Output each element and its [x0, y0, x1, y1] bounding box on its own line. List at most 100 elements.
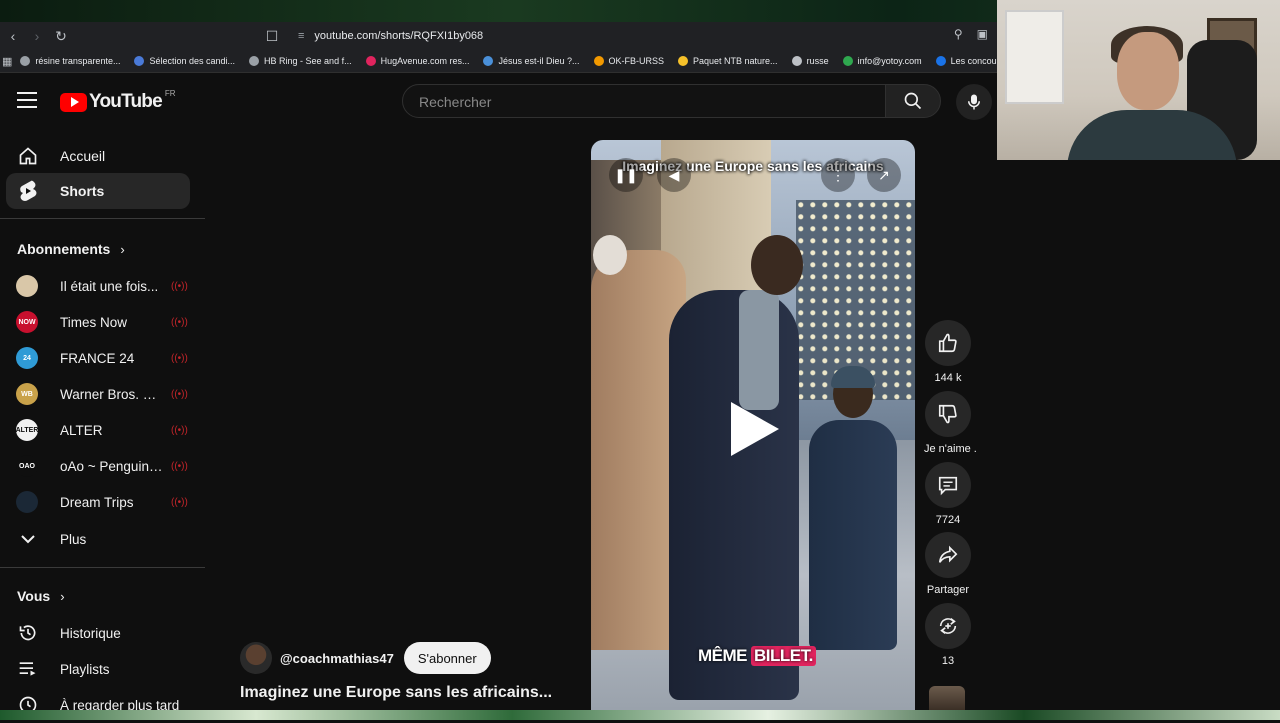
- play-icon[interactable]: [731, 402, 779, 456]
- bookmark-item[interactable]: HB Ring - See and f...: [249, 56, 352, 66]
- share-button[interactable]: [925, 532, 971, 578]
- comments-count: 7724: [935, 514, 961, 526]
- channel-avatar: [16, 491, 38, 513]
- bookmark-item[interactable]: Sélection des candi...: [134, 56, 235, 66]
- bookmark-favicon-icon: [842, 56, 853, 66]
- comments-action[interactable]: 7724: [924, 462, 972, 526]
- bookmark-item[interactable]: russe: [791, 56, 829, 66]
- reload-icon[interactable]: ↻: [50, 25, 72, 47]
- bookmark-item[interactable]: info@yotoy.com: [842, 56, 922, 66]
- bookmark-label: HB Ring - See and f...: [264, 56, 352, 66]
- bookmark-item[interactable]: Jésus est-il Dieu ?...: [483, 56, 580, 66]
- volume-icon[interactable]: ◀: [657, 158, 691, 192]
- chevron-right-icon: ›: [60, 588, 65, 604]
- bookmarks-bar: ▦ résine transparente... Sélection des ca…: [0, 50, 1000, 73]
- comments-button[interactable]: [925, 462, 971, 508]
- sidebar-item-playlists[interactable]: Playlists: [6, 651, 190, 687]
- back-icon[interactable]: ‹: [2, 25, 24, 47]
- comment-icon: [938, 476, 958, 496]
- subscribe-button[interactable]: S'abonner: [403, 642, 491, 674]
- search-button[interactable]: [885, 84, 941, 118]
- more-label: Plus: [60, 531, 87, 547]
- pause-icon[interactable]: ❚❚: [609, 158, 643, 192]
- subscription-name: Il était une fois...: [60, 278, 159, 294]
- bookmark-item[interactable]: HugAvenue.com res...: [365, 56, 469, 66]
- url-text: youtube.com/shorts/RQFXI1by068: [314, 30, 484, 42]
- short-video-player[interactable]: Imaginez une Europe sans les africains ❚…: [591, 140, 915, 710]
- search-icon: [904, 92, 922, 110]
- caption-highlight: BILLET.: [751, 646, 816, 666]
- remix-action[interactable]: 13: [924, 603, 972, 667]
- fullscreen-icon[interactable]: ↗: [867, 158, 901, 192]
- dislike-button[interactable]: [925, 391, 971, 437]
- bookmark-label: résine transparente...: [35, 56, 121, 66]
- sidebar-item-label: Historique: [60, 625, 121, 641]
- sidebar-item-label: Shorts: [60, 183, 105, 199]
- channel-handle[interactable]: @coachmathias47: [280, 651, 394, 666]
- like-button[interactable]: [925, 320, 971, 366]
- sidebar-item-label: Accueil: [60, 148, 106, 164]
- subscription-item[interactable]: 24 FRANCE 24 ((•)): [6, 340, 190, 376]
- history-icon: [16, 623, 40, 643]
- subscription-item[interactable]: WB Warner Bros. Ent... ((•)): [6, 376, 190, 412]
- shorts-icon: [16, 179, 40, 203]
- search-input[interactable]: [417, 93, 861, 111]
- like-action[interactable]: 144 k: [924, 320, 972, 384]
- search-box[interactable]: [402, 84, 886, 118]
- youtube-logo[interactable]: YouTube FR: [60, 89, 176, 113]
- live-indicator-icon: ((•)): [171, 352, 188, 364]
- live-indicator-icon: ((•)): [171, 388, 188, 400]
- remix-icon: [939, 618, 957, 634]
- subscription-name: Warner Bros. Ent...: [60, 386, 165, 402]
- cast-icon[interactable]: ▣: [977, 27, 988, 41]
- sidebar-item-home[interactable]: Accueil: [6, 138, 190, 174]
- forward-icon[interactable]: ›: [26, 25, 48, 47]
- bookmark-item[interactable]: OK-FB-URSS: [593, 56, 664, 66]
- live-indicator-icon: ((•)): [171, 460, 188, 472]
- live-indicator-icon: ((•)): [171, 280, 188, 292]
- bookmark-favicon-icon: [134, 56, 145, 66]
- share-action[interactable]: Partager: [924, 532, 972, 596]
- subscription-item[interactable]: Il était une fois... ((•)): [6, 268, 190, 304]
- zoom-icon[interactable]: ⚲: [954, 27, 963, 41]
- bookmark-label: Les concours d': [950, 56, 1000, 66]
- more-options-icon[interactable]: ⋮: [821, 158, 855, 192]
- site-settings-icon[interactable]: ≡: [298, 30, 304, 42]
- bookmark-item[interactable]: résine transparente...: [20, 56, 120, 66]
- you-header[interactable]: Vous ›: [17, 588, 65, 604]
- sidebar-item-history[interactable]: Historique: [6, 615, 190, 651]
- bookmark-star-icon[interactable]: ☐: [261, 25, 283, 47]
- subscription-item[interactable]: ALTER ALTER ((•)): [6, 412, 190, 448]
- channel-avatar: [16, 275, 38, 297]
- channel-avatar: 24: [16, 347, 38, 369]
- sidebar: Accueil Shorts Abonnements › Il était une…: [0, 130, 205, 714]
- apps-grid-icon[interactable]: ▦: [2, 50, 12, 72]
- bookmark-item[interactable]: Les concours d': [935, 56, 1000, 66]
- subscriptions-title: Abonnements: [17, 241, 111, 257]
- subscriptions-header[interactable]: Abonnements ›: [17, 241, 125, 257]
- channel-avatar: NOW: [16, 311, 38, 333]
- sidebar-item-shorts[interactable]: Shorts: [6, 173, 190, 209]
- channel-avatar: ALTER: [16, 419, 38, 441]
- subscription-item[interactable]: OAO oAo ~ Penguin J... ((•)): [6, 448, 190, 484]
- live-indicator-icon: ((•)): [171, 496, 188, 508]
- channel-thumbnail[interactable]: [929, 686, 965, 710]
- sidebar-more[interactable]: Plus: [6, 521, 190, 557]
- menu-icon[interactable]: [17, 92, 37, 108]
- sidebar-divider: [0, 218, 205, 219]
- dislike-action[interactable]: Je n'aime .: [924, 391, 977, 455]
- bookmark-favicon-icon: [249, 56, 260, 66]
- subscription-item[interactable]: Dream Trips ((•)): [6, 484, 190, 520]
- address-bar[interactable]: ≡ youtube.com/shorts/RQFXI1by068: [288, 25, 483, 47]
- channel-avatar[interactable]: [240, 642, 272, 674]
- sidebar-divider: [0, 567, 205, 568]
- caption-word: MÊME: [698, 646, 748, 665]
- voice-search-button[interactable]: [956, 84, 992, 120]
- like-count: 144 k: [934, 372, 962, 384]
- remix-button[interactable]: [925, 603, 971, 649]
- channel-avatar: WB: [16, 383, 38, 405]
- short-title[interactable]: Imaginez une Europe sans les africains..…: [240, 684, 552, 702]
- subscription-item[interactable]: NOW Times Now ((•)): [6, 304, 190, 340]
- webcam-overlay: [997, 0, 1280, 160]
- bookmark-item[interactable]: Paquet NTB nature...: [678, 56, 778, 66]
